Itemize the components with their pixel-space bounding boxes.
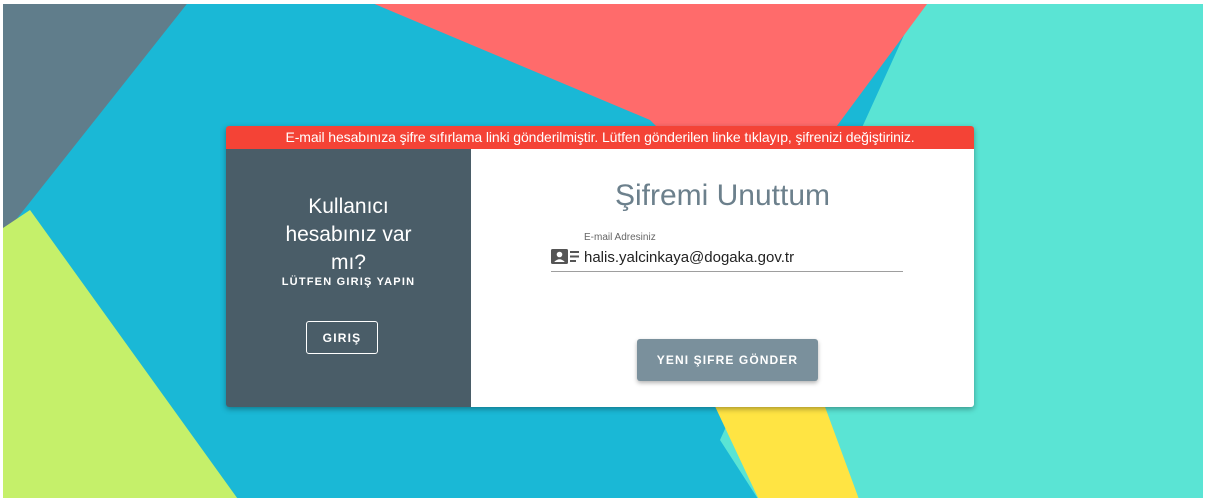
email-field-underline [551, 271, 903, 272]
page-title: Şifremi Unuttum [614, 179, 831, 212]
reset-form-panel: Şifremi Unuttum E-mail Adresiniz YENI ŞI… [471, 149, 974, 407]
login-button[interactable]: GIRIŞ [306, 321, 378, 354]
contact-card-icon [551, 249, 579, 264]
forgot-password-card: E-mail hesabınıza şifre sıfırlama linki … [226, 126, 974, 407]
login-prompt-subtitle: LÜTFEN GIRIŞ YAPIN [281, 276, 416, 288]
login-prompt-title: Kullanıcı hesabınız var mı? [285, 195, 412, 274]
email-field-label: E-mail Adresiniz [584, 232, 656, 243]
send-new-password-button[interactable]: YENI ŞIFRE GÖNDER [637, 339, 818, 381]
login-prompt-panel: Kullanıcı hesabınız var mı? LÜTFEN GIRIŞ… [226, 149, 471, 407]
email-field[interactable] [584, 245, 900, 269]
success-alert: E-mail hesabınıza şifre sıfırlama linki … [226, 126, 974, 149]
